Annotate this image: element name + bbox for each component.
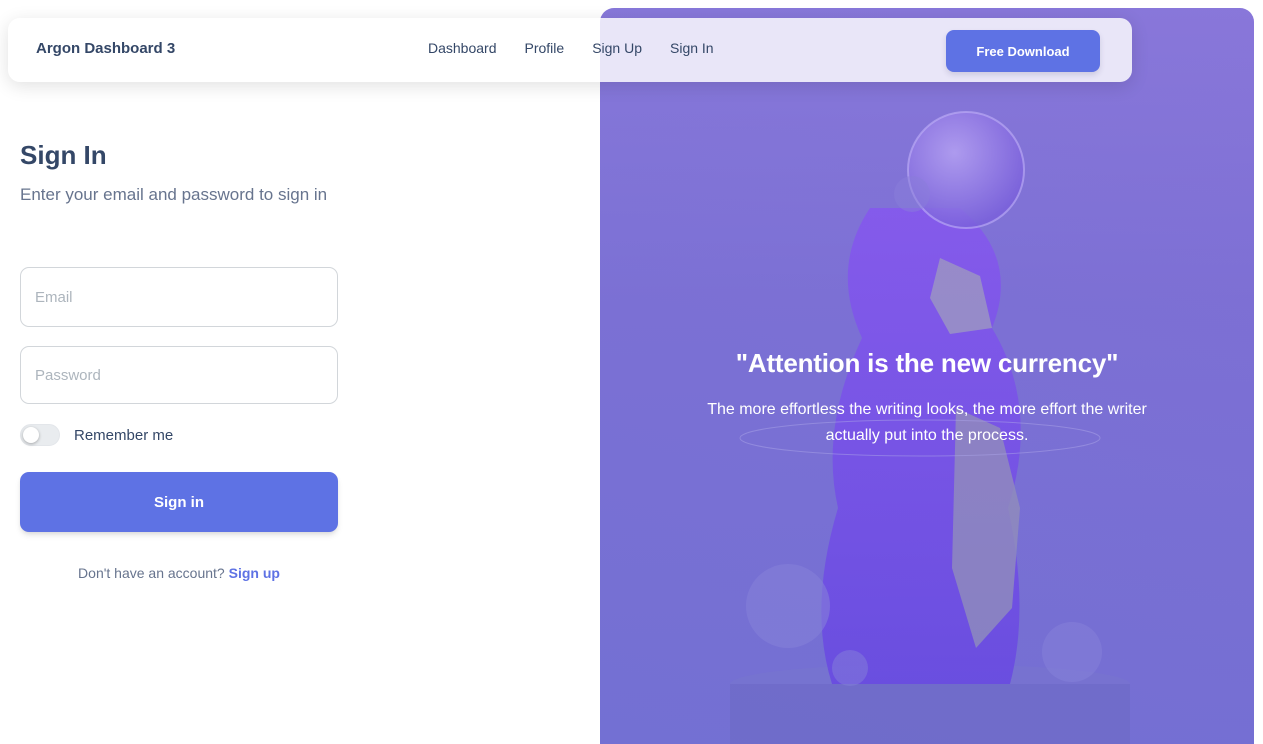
signup-prompt: Don't have an account? Sign up <box>20 565 338 581</box>
hero-quote: "Attention is the new currency" <box>735 348 1119 378</box>
remember-me-row: Remember me <box>20 424 338 446</box>
nav-link-profile[interactable]: Profile <box>525 40 565 56</box>
hero-panel: "Attention is the new currency" The more… <box>600 8 1254 744</box>
hero-quote-block: "Attention is the new currency" The more… <box>600 348 1254 449</box>
remember-me-toggle[interactable] <box>20 424 60 446</box>
password-field[interactable] <box>20 346 338 404</box>
nav-link-sign-in[interactable]: Sign In <box>670 40 714 56</box>
email-field[interactable] <box>20 267 338 327</box>
nav-link-dashboard[interactable]: Dashboard <box>428 40 497 56</box>
nav-link-sign-up[interactable]: Sign Up <box>592 40 642 56</box>
free-download-button[interactable]: Free Download <box>946 30 1100 72</box>
brand-logo[interactable]: Argon Dashboard 3 <box>36 40 175 57</box>
no-account-text: Don't have an account? <box>78 565 225 581</box>
sign-in-button[interactable]: Sign in <box>20 472 338 532</box>
nav-links: Dashboard Profile Sign Up Sign In <box>428 40 714 56</box>
page-title: Sign In <box>20 140 107 170</box>
hero-description: The more effortless the writing looks, t… <box>707 401 1147 444</box>
signin-form: Sign In Enter your email and password to… <box>20 140 338 581</box>
remember-me-label[interactable]: Remember me <box>74 427 173 444</box>
page-subtitle: Enter your email and password to sign in <box>20 185 328 204</box>
toggle-knob <box>23 427 39 443</box>
top-navbar: Argon Dashboard 3 Dashboard Profile Sign… <box>8 18 1132 82</box>
sign-up-link[interactable]: Sign up <box>229 565 280 581</box>
